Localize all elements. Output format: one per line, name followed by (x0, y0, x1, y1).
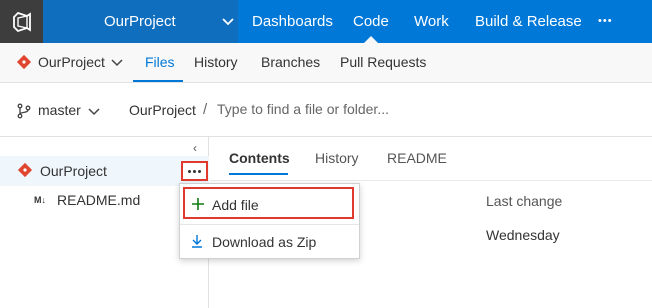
path-bar: master OurProject / (0, 83, 652, 137)
more-options-button[interactable] (181, 161, 208, 181)
top-nav-bar: OurProject Dashboards Code Work Build & … (0, 0, 652, 43)
active-tab-underline (229, 173, 288, 175)
last-change-cell: Wednesday (486, 227, 560, 243)
git-repo-icon (16, 54, 32, 70)
project-selector[interactable]: OurProject (43, 0, 238, 43)
branch-icon (17, 103, 31, 119)
nav-dashboards[interactable]: Dashboards (252, 0, 333, 43)
repo-nav-bar: OurProject Files History Branches Pull R… (0, 43, 652, 83)
download-icon (192, 235, 202, 248)
tree-item-root[interactable]: OurProject (40, 163, 107, 179)
breadcrumb-root[interactable]: OurProject (129, 102, 196, 118)
tab-readme[interactable]: README (387, 150, 447, 166)
tree-item-readme[interactable]: README.md (57, 192, 140, 208)
chevron-down-icon (222, 18, 234, 26)
repo-selector[interactable]: OurProject (38, 54, 105, 70)
tab-history-content[interactable]: History (315, 150, 359, 166)
dot (198, 169, 201, 173)
active-nav-indicator (364, 36, 378, 43)
tab-contents[interactable]: Contents (229, 150, 290, 166)
dot (188, 169, 191, 173)
tab-branches[interactable]: Branches (261, 54, 320, 70)
tab-history[interactable]: History (194, 54, 238, 70)
dot (193, 169, 196, 173)
markdown-icon: M↓ (34, 195, 46, 205)
chevron-down-icon[interactable] (111, 58, 123, 68)
download-zip-menu-item[interactable]: Download as Zip (180, 225, 359, 259)
git-repo-icon (17, 162, 33, 178)
collapse-pane-button[interactable]: ‹ (193, 141, 197, 155)
vsts-logo-icon[interactable] (0, 0, 43, 43)
path-search-input[interactable] (217, 95, 497, 123)
add-file-label: Add file (212, 197, 259, 213)
breadcrumb-separator: / (203, 101, 208, 118)
column-header-last-change[interactable]: Last change (486, 193, 562, 209)
divider (210, 180, 652, 181)
file-tree: ‹ OurProject M↓ README.md (0, 137, 209, 308)
active-tab-underline (133, 80, 183, 82)
download-zip-label: Download as Zip (212, 234, 317, 250)
nav-build-release[interactable]: Build & Release (475, 0, 582, 43)
more-menu-icon[interactable]: ••• (598, 0, 613, 43)
add-file-menu-item[interactable]: Add file (183, 187, 354, 219)
nav-work[interactable]: Work (414, 0, 449, 43)
branch-selector[interactable]: master (38, 102, 81, 118)
chevron-down-icon[interactable] (88, 107, 100, 117)
project-name: OurProject (104, 13, 176, 30)
context-menu: Add file Download as Zip (179, 183, 360, 259)
tab-files[interactable]: Files (145, 54, 175, 70)
tab-pull-requests[interactable]: Pull Requests (340, 54, 426, 70)
plus-icon (192, 198, 204, 210)
